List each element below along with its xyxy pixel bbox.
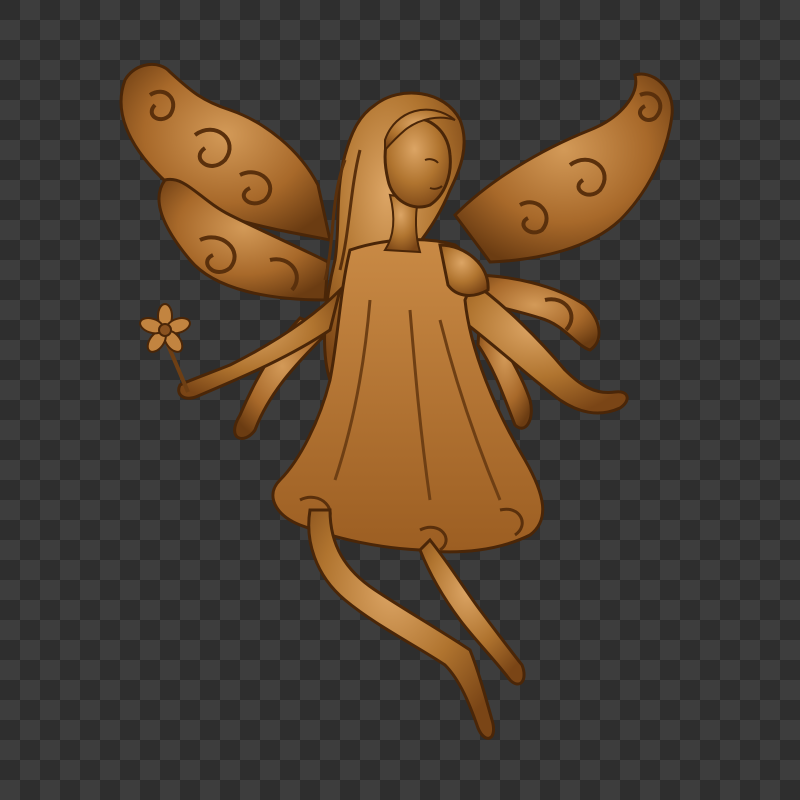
transparent-checkerboard-background [0, 0, 800, 800]
left-arm-with-flower [139, 285, 343, 400]
fairy-figure [119, 63, 674, 740]
flower-icon [139, 303, 191, 353]
